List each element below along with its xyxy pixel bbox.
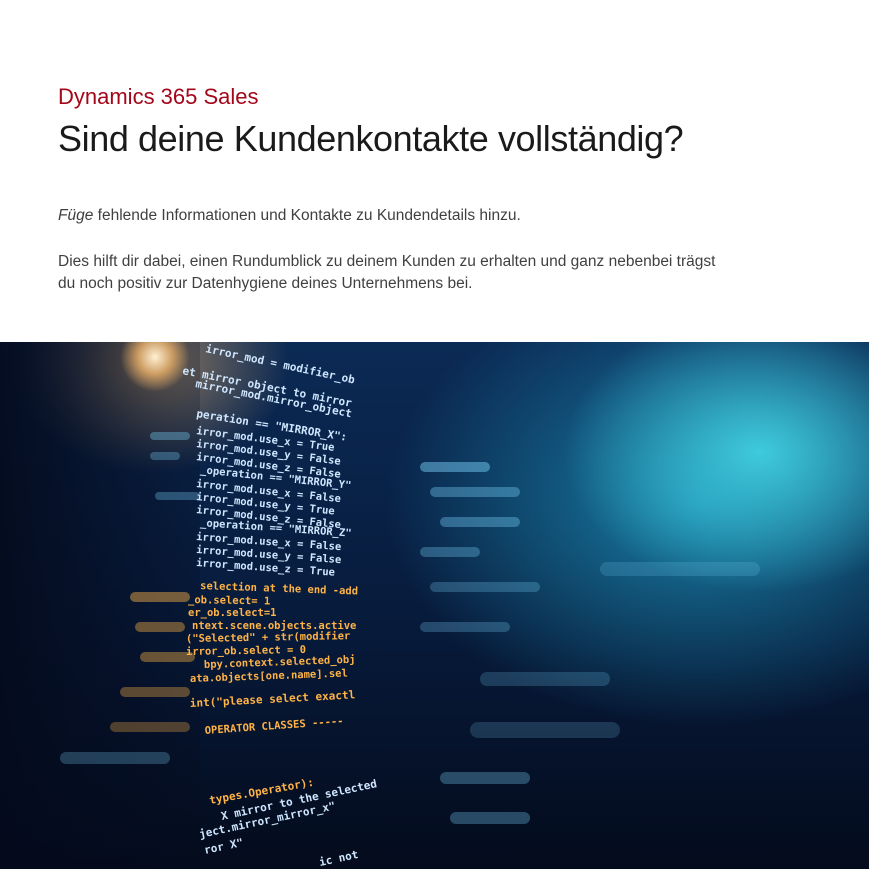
- intro-emphasis: Füge: [58, 207, 94, 224]
- blurred-code-fragment: [130, 592, 190, 602]
- blurred-code-fragment: [470, 722, 620, 738]
- blurred-code-fragment: [440, 772, 530, 784]
- blurred-code-fragment: [450, 812, 530, 824]
- text-section: Dynamics 365 Sales Sind deine Kundenkont…: [58, 0, 848, 342]
- page-title: Sind deine Kundenkontakte vollständig?: [58, 118, 684, 159]
- detail-line-1: Dies hilft dir dabei, einen Rundumblick …: [58, 253, 716, 270]
- eyebrow-title: Dynamics 365 Sales: [58, 84, 259, 109]
- code-line: int("please select exactl: [189, 688, 355, 710]
- detail-paragraph: Dies hilft dir dabei, einen Rundumblick …: [58, 251, 828, 295]
- blurred-code-fragment: [600, 562, 760, 576]
- blurred-code-fragment: [480, 672, 610, 686]
- code-line: ("Selected" + str(modifier: [186, 630, 351, 645]
- blurred-code-fragment: [135, 622, 185, 632]
- blurred-code-fragment: [430, 487, 520, 497]
- blurred-code-fragment: [150, 432, 190, 440]
- intro-paragraph: Füge fehlende Informationen und Kontakte…: [58, 205, 521, 227]
- blurred-code-fragment: [110, 722, 190, 732]
- blurred-code-fragment: [440, 517, 520, 527]
- code-line: ic not: [318, 848, 360, 869]
- blurred-code-fragment: [120, 687, 190, 697]
- blurred-code-fragment: [150, 452, 180, 460]
- blurred-code-fragment: [420, 462, 490, 472]
- detail-line-2: du noch positiv zur Datenhygiene deines …: [58, 275, 473, 292]
- code-line: _ob.select= 1: [188, 594, 270, 607]
- code-overlay: irror_mod = modifier_obet mirror object …: [60, 342, 760, 869]
- blurred-code-fragment: [155, 492, 200, 500]
- blurred-code-fragment: [430, 582, 540, 592]
- hero-image: irror_mod = modifier_ob et mirror object …: [0, 342, 869, 869]
- intro-text: fehlende Informationen und Kontakte zu K…: [93, 207, 521, 224]
- code-line: OPERATOR CLASSES -----: [204, 715, 344, 737]
- code-line: er_ob.select=1: [188, 607, 277, 619]
- blurred-code-fragment: [420, 547, 480, 557]
- blurred-code-fragment: [420, 622, 510, 632]
- blurred-code-fragment: [60, 752, 170, 764]
